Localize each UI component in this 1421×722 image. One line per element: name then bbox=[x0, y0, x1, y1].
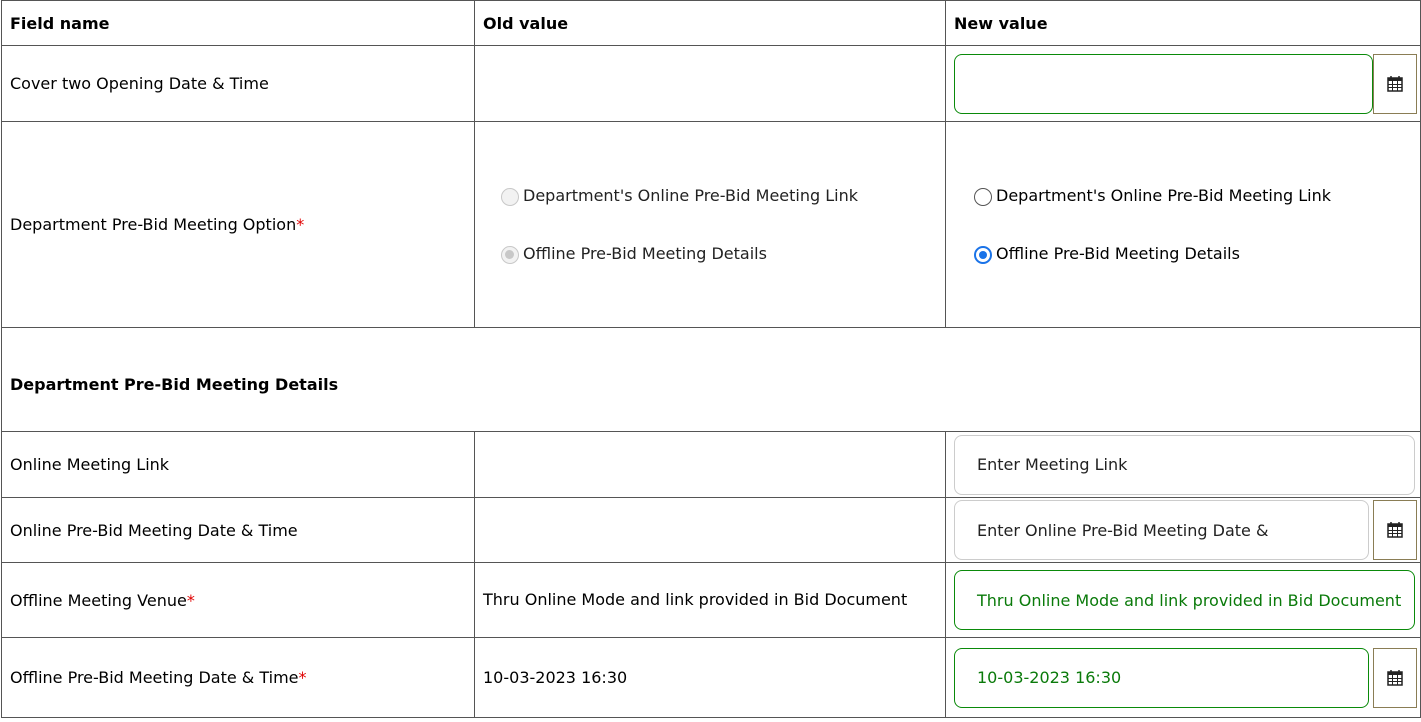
field-label: Online Meeting Link bbox=[1, 431, 475, 498]
calendar-button[interactable] bbox=[1373, 500, 1417, 560]
table-row: Offline Meeting Venue* Thru Online Mode … bbox=[1, 562, 1421, 638]
calendar-button[interactable] bbox=[1373, 53, 1417, 114]
old-value-cell: Department's Online Pre-Bid Meeting Link… bbox=[474, 121, 946, 328]
new-option-offline[interactable]: Offline Pre-Bid Meeting Details bbox=[974, 244, 1412, 264]
venue-input[interactable]: Thru Online Mode and link provided in Bi… bbox=[954, 570, 1415, 630]
required-marker: * bbox=[296, 215, 305, 234]
section-title: Department Pre-Bid Meeting Details bbox=[1, 327, 1421, 432]
calendar-icon bbox=[1387, 522, 1403, 538]
field-label: Offline Pre-Bid Meeting Date & Time* bbox=[1, 637, 475, 718]
table-row: Cover two Opening Date & Time bbox=[1, 45, 1421, 122]
old-value bbox=[474, 45, 946, 122]
field-label: Offline Meeting Venue* bbox=[1, 562, 475, 638]
label-text: Offline Meeting Venue bbox=[10, 590, 187, 610]
old-option-offline: Offline Pre-Bid Meeting Details bbox=[501, 244, 937, 264]
radio-label[interactable]: Offline Pre-Bid Meeting Details bbox=[996, 244, 1240, 264]
new-value-cell bbox=[945, 45, 1421, 122]
field-label: Online Pre-Bid Meeting Date & Time bbox=[1, 497, 475, 563]
table-header-row: Field name Old value New value bbox=[1, 0, 1421, 46]
section-row: Department Pre-Bid Meeting Details bbox=[1, 327, 1421, 432]
calendar-button[interactable] bbox=[1373, 647, 1417, 708]
header-field-name: Field name bbox=[1, 0, 475, 46]
label-text: Department Pre-Bid Meeting Option bbox=[10, 215, 297, 234]
old-value bbox=[474, 431, 946, 498]
old-option-online: Department's Online Pre-Bid Meeting Link bbox=[501, 186, 937, 206]
old-value: Thru Online Mode and link provided in Bi… bbox=[474, 562, 946, 638]
table-row: Online Pre-Bid Meeting Date & Time Enter… bbox=[1, 497, 1421, 563]
new-value-cell: Enter Meeting Link bbox=[945, 431, 1421, 498]
required-marker: * bbox=[186, 590, 195, 610]
new-value-cell: Department's Online Pre-Bid Meeting Link… bbox=[945, 121, 1421, 328]
meeting-link-input[interactable]: Enter Meeting Link bbox=[954, 434, 1415, 495]
table-row: Online Meeting Link Enter Meeting Link bbox=[1, 431, 1421, 498]
online-datetime-input[interactable]: Enter Online Pre-Bid Meeting Date & bbox=[954, 500, 1369, 560]
radio-online-disabled bbox=[501, 187, 519, 206]
old-value bbox=[474, 497, 946, 563]
calendar-icon bbox=[1387, 75, 1403, 92]
calendar-icon bbox=[1387, 669, 1403, 686]
table-row: Offline Pre-Bid Meeting Date & Time* 10-… bbox=[1, 637, 1421, 718]
new-value-cell: Enter Online Pre-Bid Meeting Date & bbox=[945, 497, 1421, 563]
required-marker: * bbox=[298, 668, 307, 687]
label-text: Offline Pre-Bid Meeting Date & Time bbox=[10, 668, 299, 687]
radio-label: Offline Pre-Bid Meeting Details bbox=[523, 243, 767, 263]
field-label: Cover two Opening Date & Time bbox=[1, 45, 475, 122]
cover-two-datetime-input[interactable] bbox=[954, 53, 1373, 114]
offline-datetime-input[interactable]: 10-03-2023 16:30 bbox=[954, 647, 1369, 708]
new-value-cell: 10-03-2023 16:30 bbox=[945, 637, 1421, 718]
new-value-cell: Thru Online Mode and link provided in Bi… bbox=[945, 562, 1421, 638]
radio-label[interactable]: Department's Online Pre-Bid Meeting Link bbox=[996, 186, 1331, 206]
field-comparison-table: Field name Old value New value Cover two… bbox=[1, 0, 1421, 718]
radio-offline[interactable] bbox=[974, 245, 992, 264]
radio-label: Department's Online Pre-Bid Meeting Link bbox=[523, 185, 858, 205]
header-new-value: New value bbox=[945, 0, 1421, 46]
table-row: Department Pre-Bid Meeting Option* Depar… bbox=[1, 121, 1421, 328]
radio-online[interactable] bbox=[974, 187, 992, 206]
field-label: Department Pre-Bid Meeting Option* bbox=[1, 121, 475, 328]
radio-offline-disabled bbox=[501, 245, 519, 264]
old-value: 10-03-2023 16:30 bbox=[474, 637, 946, 718]
new-option-online[interactable]: Department's Online Pre-Bid Meeting Link bbox=[974, 186, 1412, 206]
header-old-value: Old value bbox=[474, 0, 946, 46]
